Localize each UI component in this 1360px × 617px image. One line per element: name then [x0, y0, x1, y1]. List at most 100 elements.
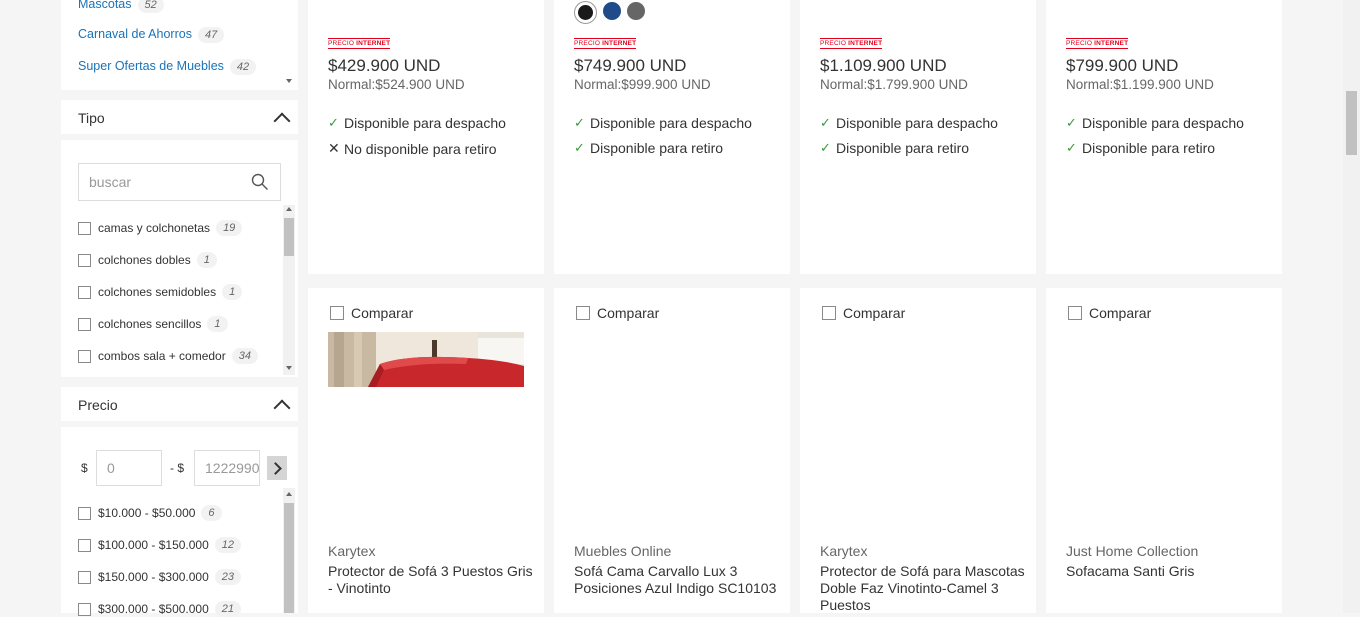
compare-checkbox[interactable]: Comparar [576, 305, 659, 321]
tipo-header[interactable]: Tipo [61, 100, 298, 134]
checkbox[interactable] [78, 506, 91, 520]
price-max-input[interactable]: 1222990 [194, 450, 260, 486]
product-card[interactable]: Comparar Karytex Protector de Sofá para … [800, 288, 1036, 613]
product-name[interactable]: Sofá Cama Carvallo Lux 3 Posiciones Azul… [574, 563, 779, 597]
max-placeholder: 1222990 [205, 460, 260, 476]
normal-price: Normal:$1.799.900 UND [820, 77, 968, 92]
precio-options-list: $10.000 - $50.000 6 $100.000 - $150.000 12… [78, 495, 278, 617]
dispatch-status: ✓ Disponible para despacho [820, 115, 998, 131]
checkbox[interactable] [576, 306, 590, 320]
option-count: 1 [222, 284, 243, 300]
scroll-down-arrow[interactable] [286, 79, 292, 83]
product-name[interactable]: Sofacama Santi Gris [1066, 563, 1271, 580]
scroll-down-arrow[interactable] [286, 366, 292, 370]
option-count: 21 [214, 601, 242, 617]
compare-label: Comparar [1089, 305, 1152, 321]
scroll-thumb[interactable] [284, 218, 294, 256]
swatch-fill [578, 5, 593, 20]
compare-label: Comparar [597, 305, 660, 321]
scroll-up-arrow[interactable] [286, 207, 292, 211]
category-link-mascotas[interactable]: Mascotas 52 [78, 0, 164, 13]
option-label: $300.000 - $500.000 [98, 602, 209, 616]
compare-checkbox[interactable]: Comparar [330, 305, 413, 321]
scroll-up-arrow[interactable] [286, 492, 292, 496]
product-image[interactable] [328, 332, 524, 387]
product-card[interactable]: PRECIO INTERNET $799.900 UND Normal:$1.1… [1046, 0, 1282, 274]
option-label: combos sala + comedor [98, 349, 226, 363]
category-label: Super Ofertas de Muebles [78, 59, 224, 73]
product-name[interactable]: Protector de Sofá 3 Puestos Gris - Vinot… [328, 563, 533, 597]
filter-option[interactable]: colchones semidobles 1 [78, 284, 243, 300]
checkbox[interactable] [78, 602, 91, 616]
filter-option[interactable]: $300.000 - $500.000 21 [78, 601, 242, 617]
product-card[interactable]: PRECIO INTERNET $1.109.900 UND Normal:$1… [800, 0, 1036, 274]
category-label: Carnaval de Ahorros [78, 27, 192, 41]
checkbox[interactable] [78, 570, 91, 584]
tipo-scrollbar[interactable] [283, 205, 295, 375]
checkbox[interactable] [822, 306, 836, 320]
category-link-carnaval[interactable]: Carnaval de Ahorros 47 [78, 27, 225, 43]
checkbox[interactable] [78, 285, 91, 299]
option-label: $10.000 - $50.000 [98, 506, 196, 520]
compare-checkbox[interactable]: Comparar [1068, 305, 1151, 321]
category-link-super-ofertas[interactable]: Super Ofertas de Muebles 42 [78, 59, 257, 75]
precio-title: Precio [78, 397, 118, 413]
product-price: $799.900 UND [1066, 56, 1179, 75]
internet-price-badge: PRECIO INTERNET [574, 38, 637, 49]
chevron-right-icon [269, 461, 282, 475]
price-min-input[interactable]: 0 [96, 450, 162, 486]
pickup-status: ✓ Disponible para retiro [574, 140, 724, 156]
precio-scrollbar[interactable] [283, 488, 295, 613]
product-brand: Muebles Online [574, 543, 672, 559]
internet-price-badge: PRECIO INTERNET [1066, 38, 1129, 49]
tipo-panel: buscar camas y colchonetas 19 colchones d… [61, 140, 298, 377]
checkbox[interactable] [78, 538, 91, 552]
scroll-thumb[interactable] [284, 503, 294, 613]
checkbox[interactable] [78, 317, 91, 331]
option-count: 12 [214, 537, 242, 553]
filter-option[interactable]: colchones dobles 1 [78, 252, 217, 268]
normal-price: Normal:$1.199.900 UND [1066, 77, 1214, 92]
internet-price-badge: PRECIO INTERNET [328, 38, 391, 49]
precio-panel: $ 0 - $ 1222990 $10.000 - $50.000 6 $100.… [61, 427, 298, 617]
collapse-chevron-icon[interactable] [273, 399, 291, 417]
pickup-status: ✓ Disponible para retiro [1066, 140, 1216, 156]
color-swatch-gray[interactable] [627, 2, 645, 20]
option-count: 1 [196, 252, 217, 268]
option-label: colchones semidobles [98, 285, 217, 299]
price-apply-button[interactable] [267, 456, 287, 480]
product-name[interactable]: Protector de Sofá para Mascotas Doble Fa… [820, 563, 1025, 614]
checkbox[interactable] [78, 221, 91, 235]
search-icon[interactable] [251, 173, 269, 191]
filter-option[interactable]: $150.000 - $300.000 23 [78, 569, 242, 585]
filter-option[interactable]: $10.000 - $50.000 6 [78, 505, 222, 521]
compare-checkbox[interactable]: Comparar [822, 305, 905, 321]
product-card[interactable]: PRECIO INTERNET $429.900 UND Normal:$524… [308, 0, 544, 274]
check-icon: ✓ [574, 115, 585, 130]
check-icon: ✓ [1066, 140, 1077, 155]
color-swatch-black[interactable] [574, 1, 597, 24]
product-card[interactable]: Comparar Just Home Collection Sofacama S… [1046, 288, 1282, 613]
page-scroll-thumb[interactable] [1346, 91, 1357, 155]
category-count: 42 [229, 59, 257, 75]
product-card[interactable]: PRECIO INTERNET $749.900 UND Normal:$999… [554, 0, 790, 274]
precio-header[interactable]: Precio [61, 387, 298, 421]
filter-option[interactable]: colchones sencillos 1 [78, 316, 228, 332]
color-swatch-blue[interactable] [603, 2, 621, 20]
product-card[interactable]: Comparar Muebles Online Sofá Cama Carval… [554, 288, 790, 613]
option-count: 23 [214, 569, 242, 585]
dispatch-status: ✓ Disponible para despacho [328, 115, 506, 131]
option-label: camas y colchonetas [98, 221, 211, 235]
checkbox[interactable] [1068, 306, 1082, 320]
collapse-chevron-icon[interactable] [273, 112, 291, 130]
internet-price-badge: PRECIO INTERNET [820, 38, 883, 49]
check-icon: ✓ [1066, 115, 1077, 130]
filter-option[interactable]: combos sala + comedor 34 [78, 348, 258, 364]
filter-option[interactable]: camas y colchonetas 19 [78, 220, 243, 236]
page-scrollbar[interactable] [1343, 0, 1360, 613]
checkbox[interactable] [78, 349, 91, 363]
checkbox[interactable] [78, 253, 91, 267]
checkbox[interactable] [330, 306, 344, 320]
filter-option[interactable]: $100.000 - $150.000 12 [78, 537, 242, 553]
product-card[interactable]: Comparar Karytex Protector de Sofá 3 Pue… [308, 288, 544, 613]
